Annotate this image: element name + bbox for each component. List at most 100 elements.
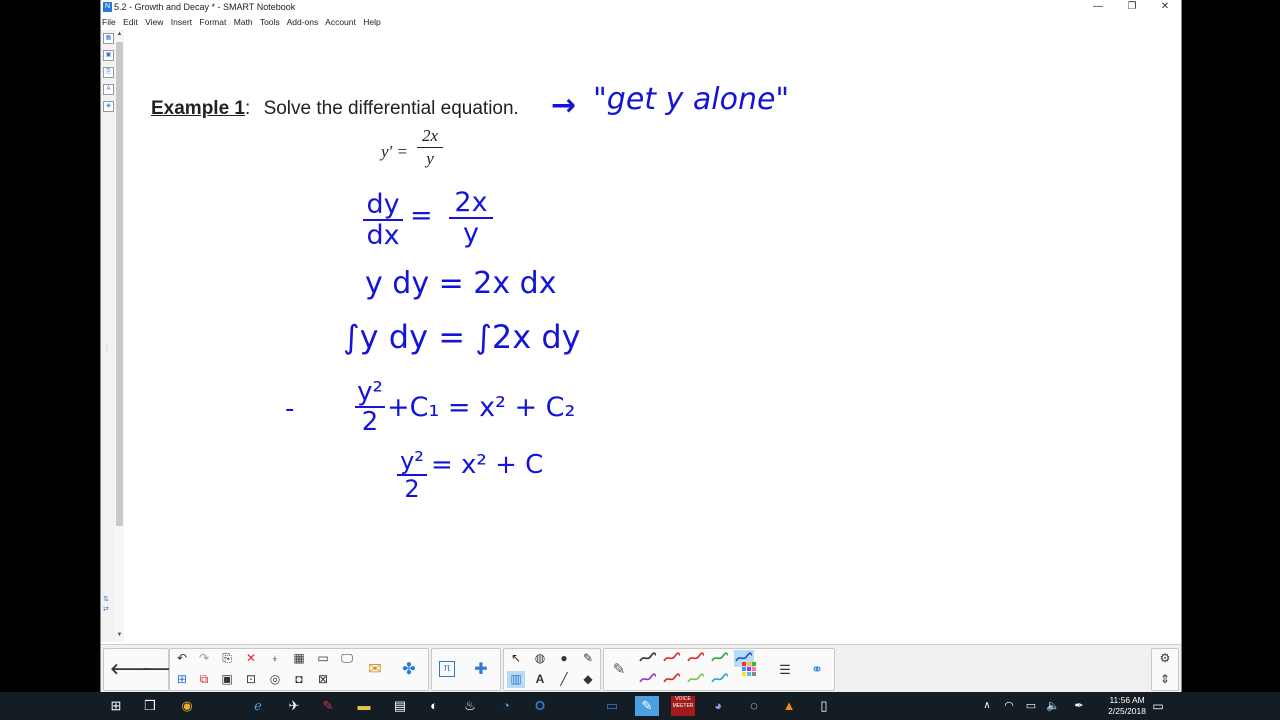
edit-tools-group: ↶ ↷ ⎘ ✕ ⍖ ▦ ▭ 🖵 ⊞ ⧉ ▣ ⊡ ◎ ◘ ⊠ ✉ ✤ — [169, 648, 429, 691]
document-camera-icon[interactable]: ⊡ — [242, 671, 260, 688]
screen-shade-icon[interactable]: ⍖ — [266, 650, 284, 667]
pen-color-bottom-3[interactable] — [686, 671, 706, 688]
voicemeeter-icon[interactable]: VOICE MEETER — [671, 696, 695, 716]
scroll-up-icon[interactable]: ▲ — [115, 31, 124, 37]
table-icon[interactable]: ▦ — [290, 650, 308, 667]
more-tools-icon[interactable]: ⚭ — [808, 661, 826, 678]
pen-color-bottom-2[interactable] — [662, 671, 682, 688]
step5-rest: = x² + C — [431, 450, 544, 480]
capture-icon[interactable]: ⊠ — [314, 671, 332, 688]
undo-icon[interactable]: ↶ — [173, 650, 191, 667]
restore-button[interactable]: ❐ — [1115, 0, 1149, 15]
vlc-icon[interactable]: ▲ — [777, 696, 801, 716]
full-screen-icon[interactable]: ▭ — [314, 650, 332, 667]
edge-icon[interactable]: ℯ — [246, 696, 270, 716]
network-icon[interactable]: ◠ — [997, 696, 1021, 716]
chrome-icon[interactable]: ◉ — [175, 696, 199, 716]
add-ons-icon[interactable]: ◈ — [103, 101, 114, 112]
menu-edit[interactable]: Edit — [123, 17, 138, 27]
minimize-button[interactable]: — — [1081, 0, 1115, 15]
close-button[interactable]: ✕ — [1148, 0, 1182, 15]
outlook-icon[interactable]: ◔ — [494, 696, 518, 716]
fill-icon[interactable]: ● — [555, 650, 573, 667]
menu-file[interactable]: File — [102, 17, 116, 27]
folder-icon[interactable]: ▬ — [352, 696, 376, 716]
menu-add-ons[interactable]: Add-ons — [287, 17, 319, 27]
next-page-button[interactable]: 🡒 — [142, 661, 182, 678]
previous-page-button[interactable]: 🡐 — [110, 661, 150, 678]
app-icon[interactable]: ✎ — [316, 696, 340, 716]
pen-icon-tray[interactable]: ✒ — [1067, 696, 1091, 716]
pen-color-top-1[interactable] — [638, 650, 658, 667]
activity-builder-icon[interactable]: ✉ — [366, 661, 384, 678]
obs-icon[interactable]: ◐ — [422, 696, 446, 716]
example-heading: Example 1: Solve the differential equati… — [151, 98, 519, 120]
screen-capture-icon[interactable]: ⧉ — [195, 671, 213, 688]
scroll-thumb[interactable] — [116, 42, 123, 526]
table-tool-icon[interactable]: ▥ — [507, 671, 525, 688]
redo-icon[interactable]: ↷ — [195, 650, 213, 667]
add-page-icon[interactable]: ⊞ — [173, 671, 191, 688]
volume-icon[interactable]: 🔈 — [1041, 696, 1065, 716]
windows-ink-icon[interactable]: ▭ — [1019, 696, 1043, 716]
gallery-icon[interactable]: ▣ — [103, 50, 114, 61]
menu-help[interactable]: Help — [363, 17, 380, 27]
response-icon[interactable]: ✚ — [472, 661, 490, 678]
menu-format[interactable]: Format — [199, 17, 226, 27]
discord-icon[interactable]: ◕ — [706, 696, 730, 716]
steam-icon[interactable]: ♨ — [458, 696, 482, 716]
math-tools-icon[interactable]: π — [439, 661, 455, 677]
color-palette-icon[interactable] — [740, 661, 758, 678]
panel-grip-icon[interactable]: ⋮ — [104, 345, 110, 352]
properties-icon[interactable]: A — [103, 84, 114, 95]
delete-icon[interactable]: ✕ — [242, 650, 260, 667]
page-sorter-icon[interactable]: ▦ — [103, 33, 114, 44]
step5-fraction: y² 2 — [397, 448, 427, 502]
pen-color-bottom-4[interactable] — [710, 671, 730, 688]
pen-icon[interactable]: ✎ — [610, 661, 628, 678]
pen-color-top-3[interactable] — [686, 650, 706, 667]
start-icon[interactable]: ⊞ — [104, 696, 128, 716]
menu-math[interactable]: Math — [234, 17, 253, 27]
camera-icon[interactable]: ◘ — [290, 671, 308, 688]
pen-color-bottom-1[interactable] — [638, 671, 658, 688]
notepad-icon[interactable]: ▯ — [812, 696, 836, 716]
toolbar-position-icon[interactable]: ⇕ — [1156, 671, 1174, 688]
save-icon[interactable]: ▣ — [218, 671, 236, 688]
tray-chevron-icon[interactable]: ∧ — [975, 696, 999, 716]
notebook-page[interactable]: Example 1: Solve the differential equati… — [125, 30, 1179, 642]
lab-icon[interactable]: ✤ — [400, 661, 418, 678]
select-icon[interactable]: ↖ — [507, 650, 525, 667]
shapes-icon[interactable]: ◍ — [531, 650, 549, 667]
taskbar-clock[interactable]: 11:56 AM 2/25/2018 — [1108, 695, 1146, 717]
task-view-icon[interactable]: ❒ — [138, 696, 162, 716]
file-explorer-icon[interactable]: ▤ — [388, 696, 412, 716]
paste-icon[interactable]: ⎘ — [218, 650, 236, 667]
pen-color-top-4[interactable] — [710, 650, 730, 667]
pen-color-top-2[interactable] — [662, 650, 682, 667]
smart-notebook-icon[interactable]: ▭ — [600, 696, 624, 716]
menu-insert[interactable]: Insert — [171, 17, 192, 27]
menu-account[interactable]: Account — [325, 17, 356, 27]
page-scrollbar[interactable]: ▲ ▼ — [115, 30, 124, 642]
display-icon[interactable]: 🖵 — [338, 650, 356, 667]
given-equation-lhs: y′ = — [381, 142, 408, 161]
smart-notebook-active-icon[interactable]: ✎ — [635, 696, 659, 716]
settings-icon[interactable]: ⚙ — [1156, 650, 1174, 667]
side-arrows-icon[interactable]: ⇅ ⇄ — [103, 595, 109, 615]
menu-view[interactable]: View — [145, 17, 163, 27]
notification-icon[interactable]: ▭ — [1146, 696, 1170, 716]
scroll-down-icon[interactable]: ▼ — [115, 632, 124, 638]
magic-pen-icon[interactable]: ✎ — [579, 650, 597, 667]
menu-tools[interactable]: Tools — [260, 17, 280, 27]
line-style-icon[interactable]: ☰ — [776, 661, 794, 678]
bird-icon[interactable]: ✈ — [282, 696, 306, 716]
eraser-icon[interactable]: ◆ — [579, 671, 597, 688]
web-browser-icon[interactable]: ◎ — [266, 671, 284, 688]
clock-date: 2/25/2018 — [1108, 706, 1146, 716]
calendar-icon[interactable]: O — [528, 696, 552, 716]
attachments-icon[interactable]: ⎘ — [103, 67, 114, 78]
line-icon[interactable]: ╱ — [555, 671, 573, 688]
text-icon[interactable]: A — [531, 671, 549, 688]
game-icon[interactable]: ◌ — [742, 696, 766, 716]
